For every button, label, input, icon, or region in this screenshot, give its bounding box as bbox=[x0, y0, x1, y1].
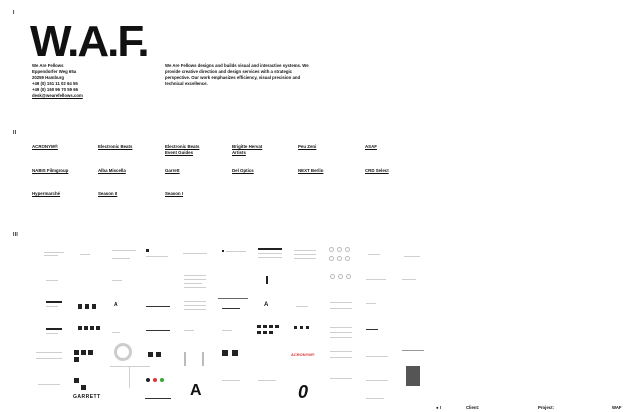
project-thumbnail[interactable] bbox=[398, 270, 432, 292]
project-thumbnail[interactable] bbox=[398, 244, 432, 266]
client-link[interactable]: NABIS Filmgroup bbox=[32, 168, 68, 174]
project-thumbnail[interactable] bbox=[362, 370, 396, 392]
footer-index[interactable]: ● I bbox=[436, 405, 441, 410]
project-thumbnail[interactable] bbox=[108, 270, 142, 292]
project-thumbnail[interactable] bbox=[74, 296, 108, 318]
client-link[interactable]: ACRONYM® bbox=[32, 144, 58, 150]
project-thumbnail[interactable] bbox=[326, 244, 360, 268]
project-thumbnail[interactable] bbox=[74, 244, 108, 266]
project-thumbnail[interactable]: A bbox=[254, 296, 288, 318]
project-thumbnail[interactable] bbox=[218, 370, 252, 392]
client-link[interactable]: Season I bbox=[165, 191, 183, 197]
project-thumbnail[interactable] bbox=[108, 244, 142, 266]
project-thumbnail[interactable] bbox=[142, 296, 176, 318]
section-number-three: III bbox=[13, 232, 19, 238]
project-thumbnail[interactable] bbox=[326, 322, 360, 344]
project-thumbnail[interactable] bbox=[362, 322, 396, 344]
project-thumbnail[interactable] bbox=[40, 296, 74, 318]
project-thumbnail[interactable] bbox=[180, 322, 214, 344]
client-link[interactable]: Electronic Beats bbox=[98, 144, 132, 150]
client-link[interactable]: Hypermarché bbox=[32, 191, 60, 197]
client-link[interactable]: NEXT Berlin bbox=[298, 168, 323, 174]
project-thumbnail[interactable] bbox=[290, 296, 324, 318]
client-link[interactable]: Del Optics bbox=[232, 168, 254, 174]
project-thumbnail-grid: A A ACRONYM® GARRETT A 0 bbox=[28, 240, 438, 412]
project-thumbnail[interactable] bbox=[74, 322, 108, 344]
project-thumbnail[interactable] bbox=[218, 322, 252, 344]
client-link[interactable]: Electronic Beats Event Guides bbox=[165, 144, 199, 156]
project-thumbnail[interactable] bbox=[290, 244, 324, 266]
client-link[interactable]: Garrett bbox=[165, 168, 180, 174]
project-thumbnail[interactable] bbox=[142, 322, 176, 344]
project-thumbnail[interactable] bbox=[362, 244, 396, 266]
project-thumbnail[interactable] bbox=[326, 270, 360, 292]
about-text: We Are Fellows designs and builds visual… bbox=[165, 63, 309, 86]
project-thumbnail[interactable] bbox=[326, 370, 360, 392]
address-block: We Are Fellows Eppendorfer Weg 65a 20259… bbox=[32, 63, 83, 99]
client-link[interactable]: Peu Zeni bbox=[298, 144, 316, 150]
project-thumbnail[interactable] bbox=[180, 270, 214, 292]
section-number-one: I bbox=[13, 10, 15, 16]
section-number-two: II bbox=[13, 130, 17, 136]
client-link[interactable]: ASAF bbox=[365, 144, 377, 150]
client-link[interactable]: Brigitte Hervat Artists bbox=[232, 144, 262, 156]
project-thumbnail[interactable] bbox=[362, 346, 396, 368]
project-thumbnail[interactable] bbox=[40, 244, 74, 266]
project-thumbnail[interactable] bbox=[108, 340, 142, 366]
project-thumbnail[interactable] bbox=[34, 346, 68, 368]
project-thumbnail[interactable] bbox=[254, 270, 288, 292]
project-thumbnail[interactable] bbox=[216, 296, 250, 322]
project-thumbnail[interactable] bbox=[180, 244, 214, 266]
footer-project-label: Project: bbox=[538, 405, 554, 410]
project-thumbnail[interactable] bbox=[40, 322, 74, 344]
project-thumbnail[interactable] bbox=[254, 370, 288, 392]
footer-bar: ● I Client: Project: WAF bbox=[0, 404, 640, 412]
project-thumbnail[interactable] bbox=[218, 244, 252, 266]
project-thumbnail[interactable] bbox=[254, 244, 288, 266]
project-thumbnail[interactable] bbox=[70, 346, 104, 368]
project-thumbnail[interactable] bbox=[398, 340, 432, 362]
project-thumbnail[interactable] bbox=[326, 346, 360, 368]
project-thumbnail[interactable] bbox=[362, 270, 396, 292]
project-thumbnail[interactable]: ACRONYM® bbox=[290, 346, 324, 368]
project-thumbnail[interactable] bbox=[34, 374, 68, 396]
project-thumbnail[interactable] bbox=[362, 296, 396, 318]
client-link[interactable]: Alba Miscella bbox=[98, 168, 126, 174]
footer-client-label: Client: bbox=[466, 405, 480, 410]
client-link[interactable]: CRD Select bbox=[365, 168, 389, 174]
waf-logo[interactable]: W.A.F. bbox=[30, 20, 150, 64]
project-thumbnail[interactable] bbox=[180, 348, 214, 370]
project-thumbnail[interactable] bbox=[180, 296, 214, 318]
email-link[interactable]: desk@wearefellows.com bbox=[32, 93, 83, 99]
project-thumbnail[interactable] bbox=[254, 322, 288, 344]
project-thumbnail[interactable] bbox=[40, 270, 74, 292]
project-thumbnail[interactable] bbox=[218, 346, 252, 368]
footer-counter: WAF bbox=[612, 405, 622, 410]
client-link[interactable]: Season II bbox=[98, 191, 117, 197]
project-thumbnail[interactable] bbox=[398, 364, 432, 390]
project-thumbnail[interactable] bbox=[326, 296, 360, 318]
project-thumbnail[interactable] bbox=[142, 244, 176, 266]
project-thumbnail[interactable] bbox=[290, 322, 324, 344]
project-thumbnail[interactable]: A bbox=[108, 296, 142, 318]
